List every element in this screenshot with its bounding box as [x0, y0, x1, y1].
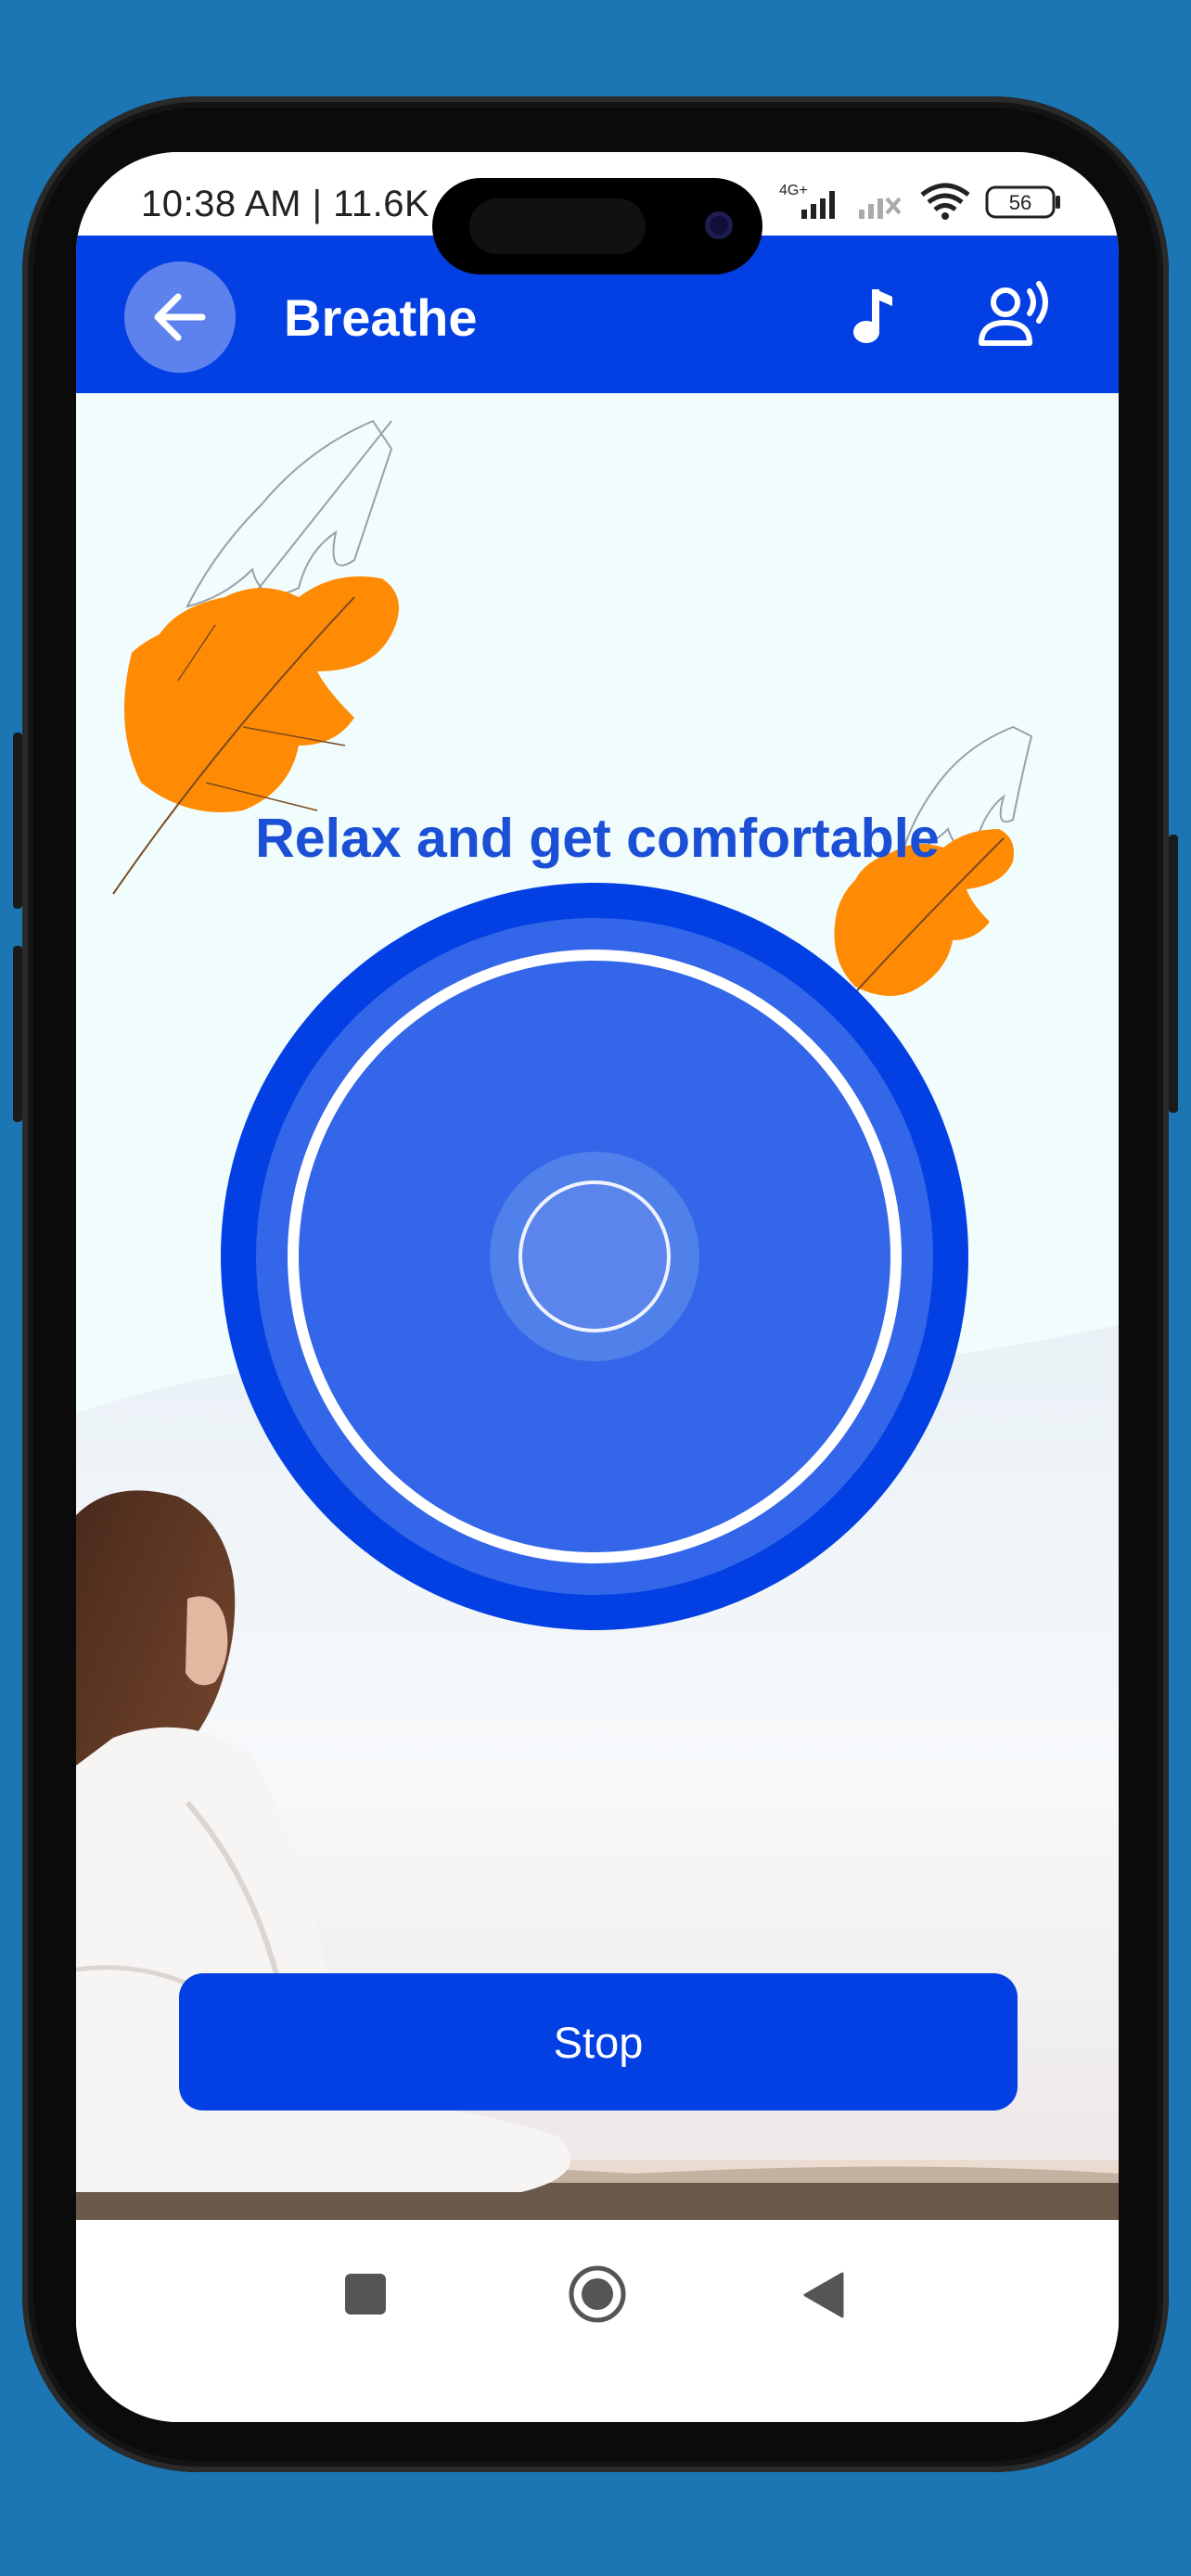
home-button[interactable]	[568, 2264, 627, 2324]
nav-back-button[interactable]	[801, 2270, 846, 2320]
status-time: 10:38 AM | 11.6K	[141, 184, 430, 224]
page-title: Breathe	[284, 288, 478, 347]
arrow-left-icon	[154, 293, 206, 341]
breathing-circle-core	[519, 1180, 671, 1333]
cellular-signal-2-icon	[859, 197, 902, 219]
app-screen: 10:38 AM | 11.6K 4G+ 56 Breathe Relax an…	[76, 152, 1119, 2422]
breathing-instruction: Relax and get comfortable	[255, 808, 940, 869]
camera-cutout	[432, 178, 762, 274]
wifi-icon	[920, 183, 970, 220]
voice-guide-button[interactable]	[976, 280, 1056, 352]
back-button[interactable]	[124, 261, 236, 373]
phone-side-button	[13, 946, 22, 1122]
stop-button[interactable]: Stop	[179, 1973, 1018, 2111]
phone-side-button	[13, 733, 22, 909]
cellular-signal-icon: 4G+	[779, 183, 835, 219]
network-type-label: 4G+	[779, 183, 808, 198]
system-navigation-bar	[76, 2220, 1119, 2422]
battery-level: 56	[1009, 191, 1031, 214]
recents-button[interactable]	[345, 2274, 386, 2315]
music-note-icon	[853, 289, 892, 343]
status-icons: 4G+ 56	[779, 180, 1063, 224]
battery-icon: 56	[985, 185, 1060, 219]
music-button[interactable]	[839, 284, 903, 349]
speaking-person-icon	[979, 281, 1048, 346]
front-camera	[705, 211, 733, 239]
breathing-circle[interactable]	[221, 883, 968, 1630]
camera-sensor	[469, 198, 646, 254]
phone-side-button	[1169, 835, 1178, 1113]
